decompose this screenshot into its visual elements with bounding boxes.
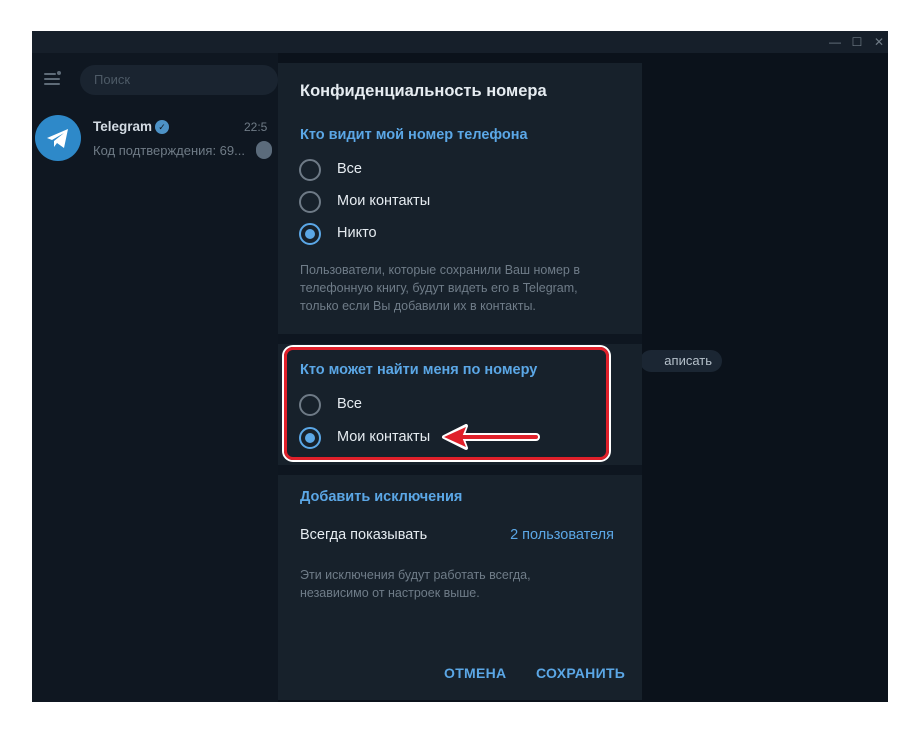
radio-button-selected[interactable] (299, 223, 321, 245)
description-line: телефонную книгу, будут видеть его в Tel… (300, 281, 578, 295)
write-message-pill[interactable]: аписать (640, 350, 722, 372)
dialog-title: Конфиденциальность номера (300, 82, 547, 100)
cancel-button[interactable]: ОТМЕНА (444, 665, 506, 681)
search-input[interactable]: Поиск (80, 65, 278, 95)
close-icon[interactable]: ✕ (870, 34, 888, 50)
search-placeholder: Поиск (94, 72, 131, 87)
description-line: Эти исключения будут работать всегда, (300, 568, 531, 582)
avatar (35, 115, 81, 161)
chat-preview: Код подтверждения: 69... (93, 143, 245, 158)
radio-option-nobody[interactable]: Никто (299, 223, 599, 247)
annotation-arrow-icon (442, 424, 540, 450)
verified-badge-icon: ✓ (155, 120, 169, 134)
section-title-who-sees-number: Кто видит мой номер телефона (300, 127, 528, 143)
description-line: Пользователи, которые сохранили Ваш номе… (300, 263, 580, 277)
hamburger-menu-icon[interactable] (44, 71, 61, 85)
radio-option-my-contacts[interactable]: Мои контакты (299, 191, 599, 215)
chat-time: 22:5 (244, 120, 268, 134)
always-show-value[interactable]: 2 пользователя (510, 527, 614, 543)
chat-sidebar: Поиск Telegram ✓ 22:5 Код подтверждения:… (32, 53, 278, 702)
radio-label: Никто (337, 225, 377, 241)
description-line: только если Вы добавили их в контакты. (300, 299, 536, 313)
add-exceptions-title: Добавить исключения (300, 489, 463, 505)
radio-button[interactable] (299, 191, 321, 213)
maximize-icon[interactable]: ☐ (848, 34, 866, 50)
radio-option-everybody[interactable]: Все (299, 159, 599, 183)
telegram-logo-icon (47, 129, 68, 148)
radio-label: Все (337, 161, 362, 177)
minimize-icon[interactable]: — (826, 34, 844, 50)
section-divider (278, 465, 642, 475)
unread-badge (256, 141, 272, 159)
section-divider (278, 334, 642, 344)
description-line: независимо от настроек выше. (300, 586, 480, 600)
chat-name: Telegram (93, 119, 153, 134)
save-button[interactable]: СОХРАНИТЬ (536, 665, 625, 681)
radio-button[interactable] (299, 159, 321, 181)
title-bar: — ☐ ✕ (32, 31, 888, 53)
radio-label: Мои контакты (337, 193, 431, 209)
always-show-label[interactable]: Всегда показывать (300, 527, 427, 543)
exceptions-description: Эти исключения будут работать всегда, не… (300, 566, 618, 602)
section1-description: Пользователи, которые сохранили Ваш номе… (300, 261, 618, 315)
